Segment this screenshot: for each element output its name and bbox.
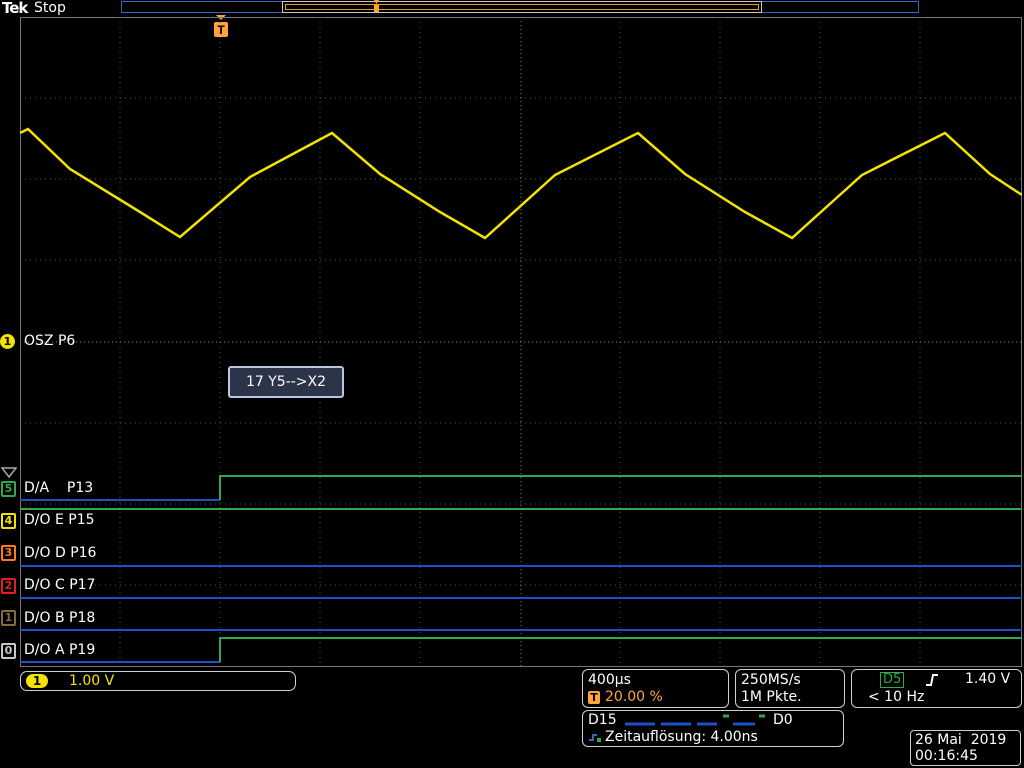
brand-logo: Tek	[2, 0, 28, 17]
center-axes	[20, 17, 1022, 667]
digital-group-chevron-icon[interactable]	[1, 467, 17, 479]
acquisition-settings-box[interactable]: 250MS/s 1M Pkte.	[735, 669, 845, 708]
channel-1-scale: 1.00 V	[69, 673, 115, 689]
digital-channel-2-label: D/O C P17	[24, 577, 96, 593]
time: 00:16:45	[915, 748, 978, 764]
record-view-window[interactable]	[282, 1, 762, 13]
time-per-division: 400µs	[588, 672, 631, 688]
digital-activity-indicator	[625, 714, 765, 726]
trigger-settings-box[interactable]: D5 1.40 V < 10 Hz	[851, 669, 1022, 708]
top-status-bar: Tek Stop	[0, 0, 1024, 17]
digital-overview-box[interactable]: D15 D0 Zeitauflösung: 4.00ns	[582, 710, 844, 747]
digital-channel-3-label: D/O D P16	[24, 545, 97, 561]
trigger-frequency: < 10 Hz	[868, 689, 925, 705]
digital-channel-4-label: D/O E P15	[24, 512, 95, 528]
trigger-source: D5	[880, 672, 905, 688]
digital-channel-1-label: D/O B P18	[24, 610, 96, 626]
digital-channel-3-marker[interactable]: 3	[1, 545, 16, 561]
channel-1-label: OSZ P6	[24, 333, 76, 349]
sample-rate: 250MS/s	[741, 672, 801, 688]
trigger-position-marker	[373, 0, 380, 12]
waveform-graticule[interactable]	[20, 17, 1022, 667]
date: 26 Mai 2019	[915, 732, 1007, 748]
digital-high-label: D15	[588, 712, 617, 728]
digital-channel-4-marker[interactable]: 4	[1, 513, 16, 529]
bus-decode-popup: 17 Y5-->X2	[228, 366, 344, 398]
channel-1-marker[interactable]: 1	[0, 334, 15, 349]
rising-edge-icon	[926, 674, 938, 686]
trigger-position-icon: T	[588, 691, 600, 704]
digital-channel-0-label: D/O A P19	[24, 642, 96, 658]
digital-channel-2-marker[interactable]: 2	[1, 578, 16, 594]
digital-low-label: D0	[773, 712, 793, 728]
timing-resolution: Zeitauflösung: 4.00ns	[605, 729, 758, 745]
record-length: 1M Pkte.	[741, 689, 802, 705]
digital-channel-5-marker[interactable]: 5	[1, 481, 16, 497]
timing-resolution-icon	[589, 734, 601, 742]
channel-1-badge: 1	[26, 674, 48, 688]
acquisition-status: Stop	[34, 0, 66, 16]
datetime-box: 26 Mai 2019 00:16:45	[910, 730, 1021, 766]
trigger-position-value: 20.00 %	[605, 689, 663, 705]
digital-channel-5-label: D/A P13	[24, 480, 94, 496]
horizontal-settings-box[interactable]: 400µs T 20.00 %	[582, 669, 729, 708]
trigger-level: 1.40 V	[965, 671, 1011, 687]
channel-1-scale-box[interactable]: 1 1.00 V	[20, 671, 296, 691]
digital-channel-0-marker[interactable]: 0	[1, 643, 16, 659]
digital-channel-1-marker[interactable]: 1	[1, 610, 16, 626]
